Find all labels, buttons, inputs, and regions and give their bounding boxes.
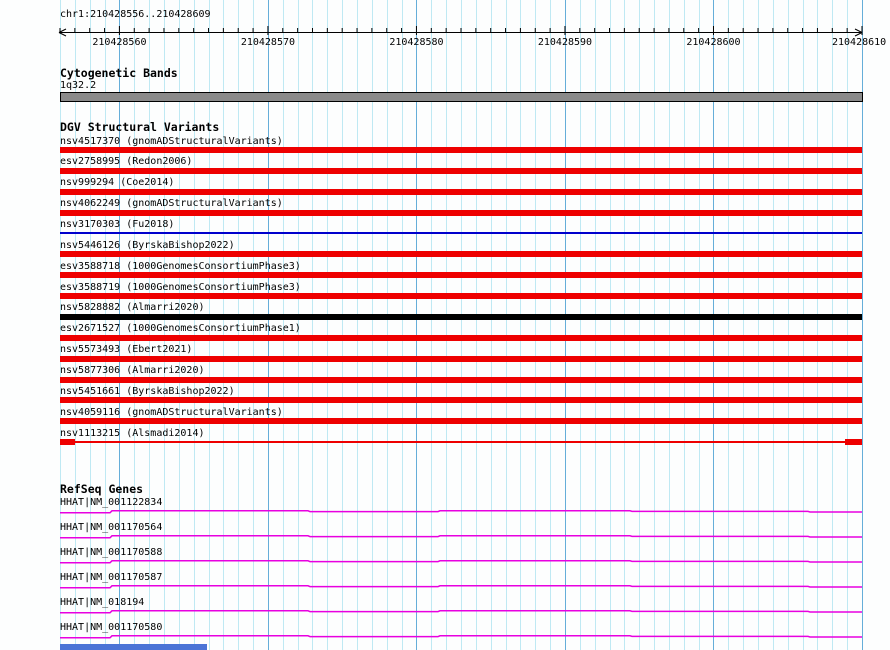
variant-bar[interactable] [60,313,862,320]
gene-label[interactable]: HHAT|NM_001170587 [60,572,162,583]
variant-label[interactable]: nsv999294 (Coe2014) [60,177,174,188]
gene-label[interactable]: HHAT|NM_001170564 [60,522,162,533]
variant-bar[interactable] [60,334,862,341]
gene-line[interactable] [60,533,862,541]
variant-label[interactable]: nsv5451661 (ByrskaBishop2022) [60,386,235,397]
gene-line[interactable] [60,558,862,566]
variant-endblock[interactable] [845,439,862,445]
track-header-dgv: DGV Structural Variants [60,120,220,134]
variant-bar[interactable] [60,251,862,258]
gene-line[interactable] [60,633,862,641]
scrollbar-thumb[interactable] [60,644,207,650]
variant-label[interactable]: nsv1113215 (Alsmadi2014) [60,428,205,439]
variant-line[interactable] [60,441,862,443]
ruler-tick-label: 210428610 [832,37,887,48]
variant-label[interactable]: nsv5877306 (Almarri2020) [60,365,205,376]
gene-line[interactable] [60,608,862,616]
variant-bar[interactable] [60,355,862,362]
gene-label[interactable]: HHAT|NM_001170588 [60,547,162,558]
variant-bar[interactable] [60,376,862,383]
variant-bar[interactable] [60,188,862,195]
variant-label[interactable]: nsv4059116 (gnomADStructuralVariants) [60,407,283,418]
variant-label[interactable]: esv2758995 (Redon2006) [60,156,192,167]
ruler-tick-label: 210428600 [686,37,741,48]
track-header-refseq: RefSeq Genes [60,482,144,496]
variant-label[interactable]: nsv5573493 (Ebert2021) [60,344,192,355]
variant-bar[interactable] [60,147,862,153]
cytoband-label: 1q32.2 [60,80,97,91]
variant-label[interactable]: nsv4062249 (gnomADStructuralVariants) [60,198,283,209]
variant-line[interactable] [60,232,862,235]
variant-bar[interactable] [60,272,862,279]
ruler-tick-label: 210428590 [537,37,593,48]
gene-label[interactable]: HHAT|NM_018194 [60,597,144,608]
variant-label[interactable]: nsv5446126 (ByrskaBishop2022) [60,240,235,251]
variant-label[interactable]: esv3588718 (1000GenomesConsortiumPhase3) [60,261,301,272]
genome-browser-view: chr1:210428556..210428609 210428560 21042… [0,0,890,650]
variant-bar[interactable] [60,209,862,216]
ruler-tick-label: 210428570 [240,37,296,48]
variant-label[interactable]: esv3588719 (1000GenomesConsortiumPhase3) [60,282,301,293]
variant-bar[interactable] [60,167,862,174]
variant-bar[interactable] [60,418,862,425]
gene-label[interactable]: HHAT|NM_001122834 [60,497,162,508]
variant-bar[interactable] [60,293,862,299]
variant-label[interactable]: nsv4517370 (gnomADStructuralVariants) [60,136,283,147]
ruler-tick-label: 210428580 [389,37,444,48]
variant-label[interactable]: esv2671527 (1000GenomesConsortiumPhase1) [60,323,301,334]
variant-endblock[interactable] [60,439,75,445]
gene-line[interactable] [60,508,862,516]
cytoband-bar[interactable] [60,92,863,102]
variant-label[interactable]: nsv3170303 (Fu2018) [60,219,174,230]
ruler-tick-label: 210428560 [92,37,147,48]
track-header-cytobands: Cytogenetic Bands [60,66,178,80]
variant-bar[interactable] [60,397,862,404]
variant-label[interactable]: nsv5828882 (Almarri2020) [60,302,205,313]
gene-line[interactable] [60,583,862,591]
gene-label[interactable]: HHAT|NM_001170580 [60,622,162,633]
